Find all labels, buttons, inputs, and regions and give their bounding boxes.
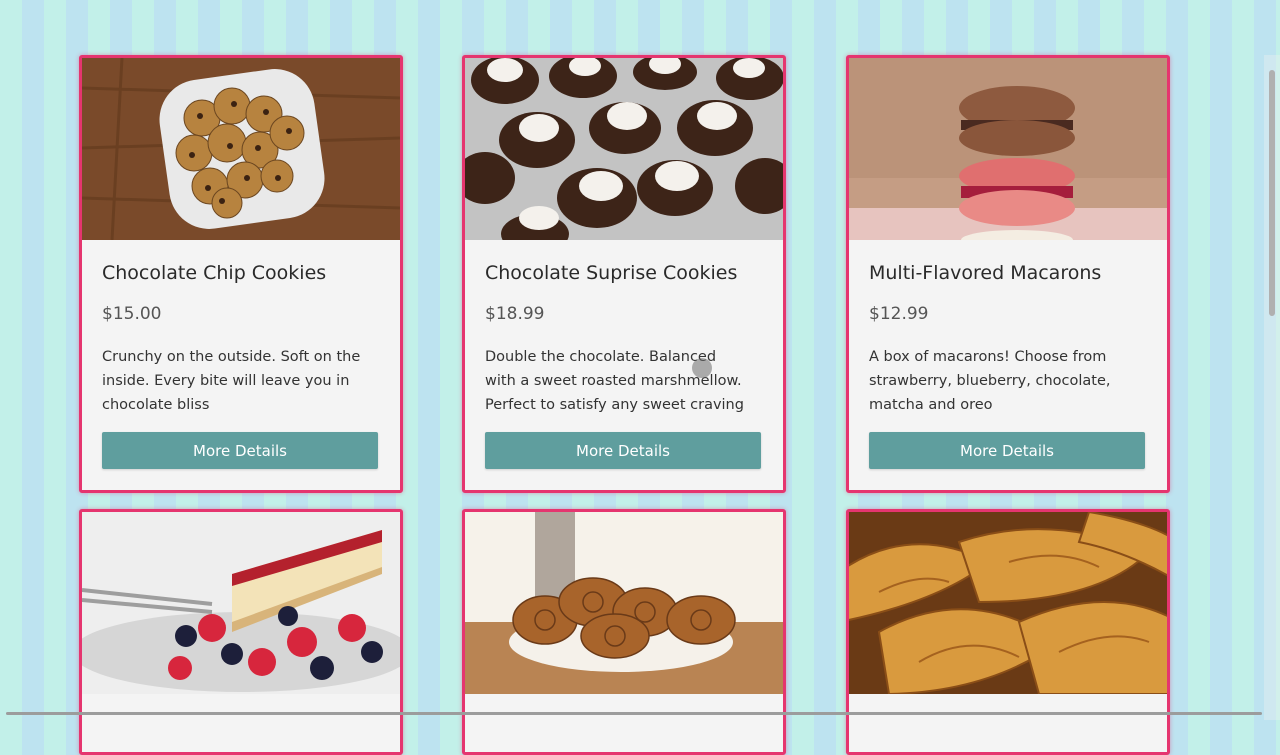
product-card [79,509,403,755]
product-image-cheesecake [82,512,400,694]
product-image-marshmallow-cookies [465,58,783,240]
more-details-button[interactable]: More Details [102,432,378,469]
product-description: Crunchy on the outside. Soft on the insi… [102,349,361,413]
product-card: Multi-Flavored Macarons $12.99 A box of … [846,55,1170,493]
product-card: Chocolate Chip Cookies $15.00 Crunchy on… [79,55,403,493]
product-price: $18.99 [485,304,545,324]
more-details-button[interactable]: More Details [485,432,761,469]
product-description: A box of macarons! Choose from strawberr… [869,349,1111,413]
product-image-cookies [82,58,400,240]
product-card [462,509,786,755]
mouse-cursor-indicator [692,358,712,378]
product-image-croissants [849,512,1167,694]
product-image-macarons [849,58,1167,240]
product-title: Chocolate Suprise Cookies [485,262,738,284]
product-title: Chocolate Chip Cookies [102,262,327,284]
product-card [846,509,1170,755]
more-details-button[interactable]: More Details [869,432,1145,469]
product-price: $12.99 [869,304,929,324]
product-title: Multi-Flavored Macarons [869,262,1102,284]
product-card: Chocolate Suprise Cookies $18.99 Double … [462,55,786,493]
scrollbar-thumb[interactable] [1269,70,1275,316]
product-description: Double the chocolate. Balanced with a sw… [485,349,744,413]
product-price: $15.00 [102,304,162,324]
product-image-cinnamon-rolls [465,512,783,694]
horizontal-scrollbar[interactable] [6,712,1262,715]
